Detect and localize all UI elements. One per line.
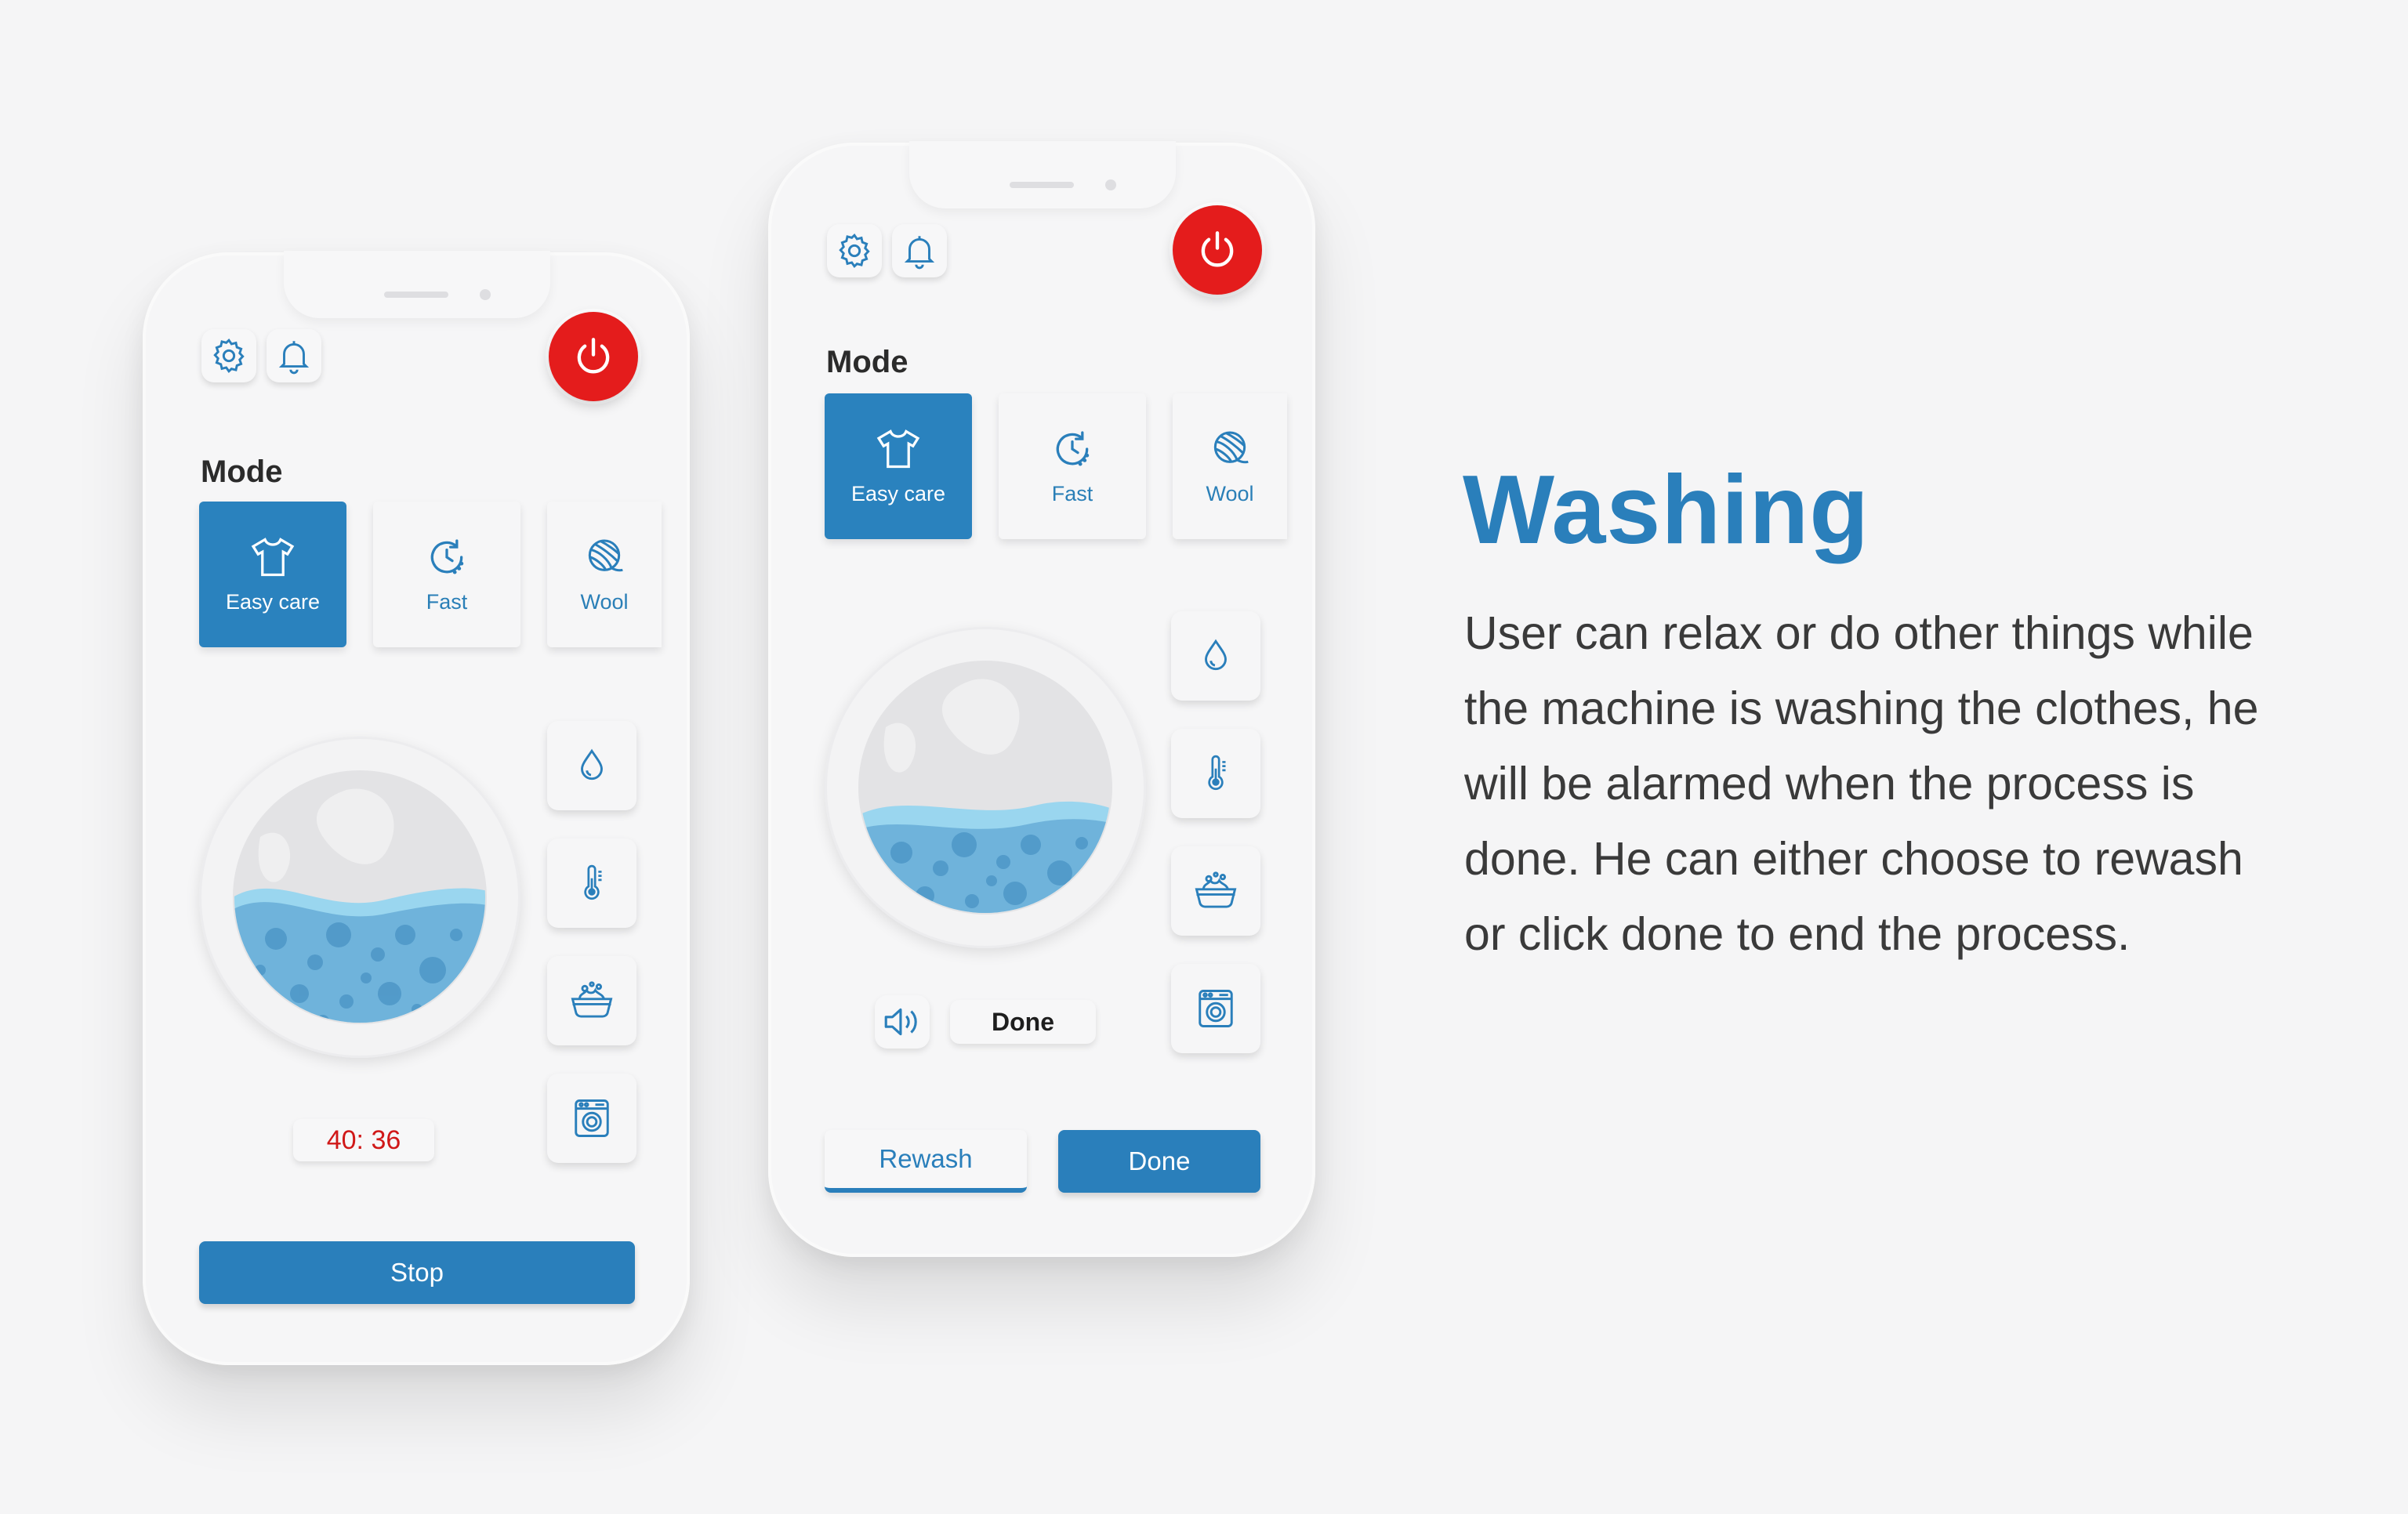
mode-label: Easy care bbox=[850, 481, 946, 505]
countdown-timer: 40: 36 bbox=[293, 1119, 434, 1161]
speaker-icon bbox=[884, 1008, 917, 1036]
front-camera bbox=[480, 289, 491, 300]
stop-button[interactable]: Stop bbox=[199, 1241, 635, 1304]
thermometer-icon bbox=[584, 864, 602, 900]
thermometer-icon bbox=[1208, 755, 1226, 790]
notifications-button[interactable] bbox=[892, 224, 947, 277]
tshirt-icon bbox=[876, 429, 920, 468]
water-button[interactable] bbox=[1171, 611, 1260, 701]
phone-washing-in-progress: Mode Easy care Fast Wool 40: 36 Stop bbox=[143, 251, 690, 1365]
mode-easy-care[interactable]: Easy care bbox=[199, 502, 346, 647]
tshirt-icon bbox=[251, 537, 295, 576]
headline: Washing bbox=[1463, 456, 1870, 564]
drum-window-illustration bbox=[233, 770, 487, 1024]
mode-label: Wool bbox=[580, 589, 629, 614]
phone-washing-done: Mode Easy care Fast Wool Done Rewash Don… bbox=[768, 141, 1315, 1257]
power-button[interactable] bbox=[549, 312, 638, 401]
washing-drum bbox=[199, 737, 520, 1058]
speaker-grill bbox=[384, 292, 448, 298]
water-drop-icon bbox=[1205, 639, 1227, 671]
bell-icon bbox=[904, 236, 935, 270]
mode-label: Fast bbox=[426, 589, 468, 614]
washing-machine-icon bbox=[575, 1099, 609, 1137]
mode-easy-care[interactable]: Easy care bbox=[825, 393, 972, 539]
status-done-badge: Done bbox=[950, 1000, 1096, 1044]
wool-yarn-icon bbox=[1213, 430, 1249, 463]
description: User can relax or do other things while … bbox=[1464, 607, 2259, 960]
water-button[interactable] bbox=[547, 721, 636, 810]
front-camera bbox=[1105, 179, 1116, 190]
gear-icon bbox=[839, 233, 870, 269]
machine-button[interactable] bbox=[1171, 964, 1260, 1053]
phone-notch bbox=[909, 141, 1176, 208]
settings-button[interactable] bbox=[827, 224, 882, 277]
mode-label: Easy care bbox=[225, 589, 321, 614]
bell-icon bbox=[278, 341, 310, 375]
temperature-button[interactable] bbox=[1171, 729, 1260, 818]
mode-fast[interactable]: Fast bbox=[999, 393, 1146, 539]
mode-wool[interactable]: Wool bbox=[1173, 393, 1287, 539]
wash-basin-icon bbox=[1195, 871, 1237, 908]
phone-notch bbox=[284, 251, 550, 318]
power-icon bbox=[1201, 231, 1234, 267]
fast-timer-icon bbox=[1056, 430, 1090, 465]
mode-label: Fast bbox=[1051, 481, 1093, 505]
rewash-button[interactable]: Rewash bbox=[825, 1130, 1027, 1193]
power-button[interactable] bbox=[1173, 205, 1262, 295]
mode-title: Mode bbox=[201, 455, 283, 489]
washing-machine-icon bbox=[1199, 990, 1233, 1027]
notifications-button[interactable] bbox=[267, 329, 321, 382]
gear-icon bbox=[213, 338, 245, 374]
done-button[interactable]: Done bbox=[1058, 1130, 1260, 1193]
mode-label: Wool bbox=[1206, 481, 1254, 505]
drum-window-illustration bbox=[858, 661, 1112, 915]
machine-button[interactable] bbox=[547, 1074, 636, 1163]
mode-title: Mode bbox=[826, 345, 908, 379]
power-icon bbox=[577, 338, 610, 374]
washing-drum bbox=[825, 627, 1146, 948]
water-drop-icon bbox=[581, 748, 603, 781]
mode-wool[interactable]: Wool bbox=[547, 502, 662, 647]
fast-timer-icon bbox=[430, 538, 464, 574]
mode-fast[interactable]: Fast bbox=[373, 502, 520, 647]
wash-button[interactable] bbox=[547, 956, 636, 1045]
wash-button[interactable] bbox=[1171, 846, 1260, 936]
sound-toggle-button[interactable] bbox=[875, 995, 930, 1049]
temperature-button[interactable] bbox=[547, 838, 636, 928]
settings-button[interactable] bbox=[201, 329, 256, 382]
wash-basin-icon bbox=[571, 981, 613, 1018]
speaker-grill bbox=[1010, 182, 1074, 188]
wool-yarn-icon bbox=[588, 538, 623, 571]
